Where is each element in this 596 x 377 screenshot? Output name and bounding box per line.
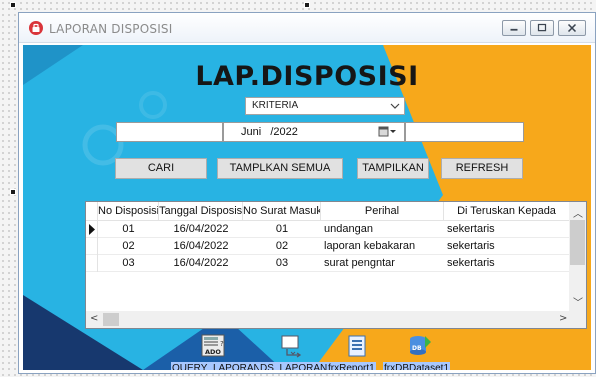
cell-tanggal-disposisi[interactable]: 16/04/2022 [159, 221, 243, 238]
laporan-disposisi-window: LAPORAN DISPOSISI LAP.DISPOSISI KRITERIA… [18, 12, 596, 374]
cell-di-teruskan-kepada[interactable]: sekertaris [447, 221, 570, 238]
close-button[interactable] [558, 20, 586, 36]
cell-tanggal-disposisi[interactable]: 16/04/2022 [159, 255, 243, 272]
app-icon [29, 21, 43, 35]
window-title: LAPORAN DISPOSISI [49, 22, 173, 36]
form-client-area: LAP.DISPOSISI KRITERIA Juni /2022 CARI T… [23, 45, 591, 370]
maximize-icon [537, 23, 547, 32]
title-bar[interactable]: LAPORAN DISPOSISI [19, 13, 595, 43]
row-indicator [86, 238, 98, 255]
row-indicator [86, 221, 98, 238]
cell-no-surat-masuk[interactable]: 02 [243, 238, 321, 255]
month-year-date-picker[interactable]: Juni /2022 [223, 122, 405, 142]
disposisi-data-grid[interactable]: No Disposisi Tanggal Disposisi No Surat … [85, 201, 587, 329]
grid-corner [86, 202, 98, 221]
db-dataset-icon[interactable]: DB [407, 334, 433, 358]
calendar-dropdown-icon[interactable] [378, 126, 398, 138]
cell-no-disposisi[interactable]: 03 [98, 255, 159, 272]
scroll-left-arrow-icon[interactable]: < [90, 313, 98, 324]
column-header-no-disposisi[interactable]: No Disposisi [98, 202, 159, 221]
criteria-dropdown-value: KRITERIA [252, 100, 299, 111]
cell-perihal[interactable]: surat pengntar [324, 255, 444, 272]
component-label-frxdbdataset1[interactable]: frxDBDataset1 [383, 362, 451, 370]
scroll-up-arrow-icon[interactable]: ︿ [573, 205, 583, 220]
column-header-perihal[interactable]: Perihal [321, 202, 444, 221]
minimize-button[interactable] [502, 20, 526, 36]
component-label-frxreport1[interactable]: frxReport1 [327, 362, 376, 370]
maximize-button[interactable] [530, 20, 554, 36]
form-designer-surface: LAPORAN DISPOSISI LAP.DISPOSISI KRITERIA… [0, 0, 596, 377]
svg-text:?: ? [220, 340, 224, 348]
table-row[interactable]: 01 16/04/2022 01 undangan sekertaris [86, 221, 570, 238]
current-row-arrow-icon [89, 224, 95, 235]
chevron-down-icon [390, 103, 400, 109]
cell-no-disposisi[interactable]: 02 [98, 238, 159, 255]
horizontal-scrollbar[interactable]: < > [86, 311, 586, 328]
datasource-icon[interactable] [279, 334, 305, 358]
component-label-ds-laporan[interactable]: DS_LAPORAN [259, 362, 329, 370]
date-value: Juni /2022 [241, 126, 298, 138]
cell-perihal[interactable]: undangan [324, 221, 444, 238]
vertical-scrollbar[interactable]: ︿ ﹀ [569, 202, 586, 311]
tampilkan-semua-button[interactable]: TAMPLKAN SEMUA [217, 158, 343, 179]
vertical-scroll-thumb[interactable] [570, 220, 585, 265]
report-icon[interactable] [344, 334, 370, 358]
resize-grip-middle-left[interactable] [10, 189, 16, 195]
cell-no-surat-masuk[interactable]: 01 [243, 221, 321, 238]
search-right-field[interactable] [405, 122, 524, 142]
scroll-down-arrow-icon[interactable]: ﹀ [573, 294, 583, 309]
resize-grip-top-center[interactable] [304, 2, 310, 8]
cell-di-teruskan-kepada[interactable]: sekertaris [447, 238, 570, 255]
refresh-button[interactable]: REFRESH [441, 158, 523, 179]
search-left-field[interactable] [116, 122, 223, 142]
close-icon [567, 23, 577, 33]
grid-header: No Disposisi Tanggal Disposisi No Surat … [86, 202, 570, 221]
ado-query-icon[interactable]: ? ADO [200, 334, 226, 358]
table-row[interactable]: 03 16/04/2022 03 surat pengntar sekertar… [86, 255, 570, 272]
minimize-icon [510, 28, 518, 31]
column-header-no-surat-masuk[interactable]: No Surat Masuk [243, 202, 321, 221]
report-heading: LAP.DISPOSISI [195, 61, 419, 92]
horizontal-scroll-thumb[interactable] [103, 313, 119, 326]
cell-di-teruskan-kepada[interactable]: sekertaris [447, 255, 570, 272]
resize-grip-top-left[interactable] [10, 2, 16, 8]
db-badge: DB [412, 345, 422, 352]
cari-button[interactable]: CARI [115, 158, 207, 179]
column-header-di-teruskan-kepada[interactable]: Di Teruskan Kepada [444, 202, 570, 221]
scroll-right-arrow-icon[interactable]: > [559, 313, 567, 324]
cell-perihal[interactable]: laporan kebakaran [324, 238, 444, 255]
cell-no-disposisi[interactable]: 01 [98, 221, 159, 238]
row-indicator [86, 255, 98, 272]
tampilkan-button[interactable]: TAMPILKAN [357, 158, 429, 179]
table-row[interactable]: 02 16/04/2022 02 laporan kebakaran seker… [86, 238, 570, 255]
column-header-tanggal-disposisi[interactable]: Tanggal Disposisi [159, 202, 243, 221]
criteria-dropdown[interactable]: KRITERIA [245, 97, 405, 115]
cell-no-surat-masuk[interactable]: 03 [243, 255, 321, 272]
cell-tanggal-disposisi[interactable]: 16/04/2022 [159, 238, 243, 255]
component-label-query-laporan[interactable]: QUERY_LAPORAN [171, 362, 262, 370]
ado-badge: ADO [205, 348, 221, 356]
